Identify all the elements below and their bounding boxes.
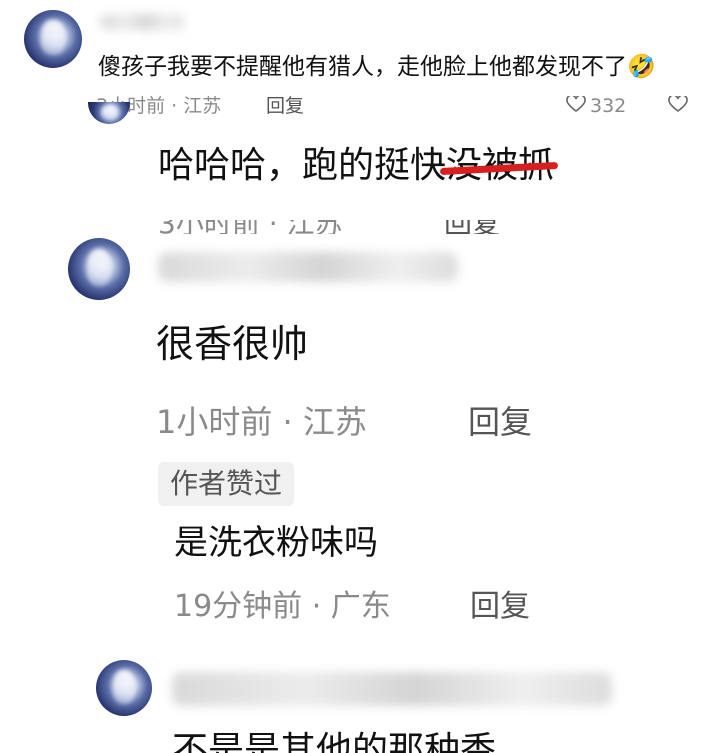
reply-meta: 3小时前 · 江苏	[158, 220, 343, 234]
reply-text-clip: 不是是其他的那种香	[172, 726, 692, 753]
struck-text: 没被抓	[439, 140, 559, 192]
reply-meta: 19分钟前 · 广东	[174, 589, 391, 624]
comment-text: 傻孩子我要不提醒他有猎人，走他脸上他都发现不了🤣	[98, 52, 656, 82]
dislike-icon[interactable]	[668, 96, 688, 113]
reply-text: 是洗衣粉味吗	[174, 523, 378, 563]
comment-text-body: 傻孩子我要不提醒他有猎人，走他脸上他都发现不了	[98, 54, 627, 80]
reply-button[interactable]: 回复	[444, 220, 500, 234]
username-blurred[interactable]	[100, 14, 184, 30]
reply-button[interactable]: 回复	[468, 400, 532, 444]
comment-meta-row: 3小时前 · 江苏 回复 332	[96, 96, 696, 118]
reply-meta-row: 3小时前 · 江苏 回复	[158, 220, 558, 234]
heart-outline-icon[interactable]	[566, 96, 586, 113]
reply-button[interactable]: 回复	[470, 586, 530, 628]
reply-text: 很香很帅	[156, 322, 309, 366]
reply-text-main: 哈哈哈，跑的挺快	[158, 145, 447, 186]
avatar[interactable]	[24, 10, 82, 68]
reply-meta: 1小时前 · 江苏	[156, 403, 367, 441]
reply-text: 不是是其他的那种香	[172, 730, 497, 753]
reply-button[interactable]: 回复	[266, 96, 304, 118]
avatar[interactable]	[96, 660, 152, 716]
username-blurred[interactable]	[158, 252, 458, 282]
avatar[interactable]	[88, 102, 130, 124]
laughing-emoji-icon: 🤣	[627, 54, 656, 80]
reply-text: 哈哈哈，跑的挺快没被抓	[158, 140, 559, 192]
like-count: 332	[590, 96, 627, 117]
author-liked-badge: 作者赞过	[158, 462, 295, 506]
avatar[interactable]	[68, 238, 130, 300]
username-blurred[interactable]	[172, 672, 612, 706]
